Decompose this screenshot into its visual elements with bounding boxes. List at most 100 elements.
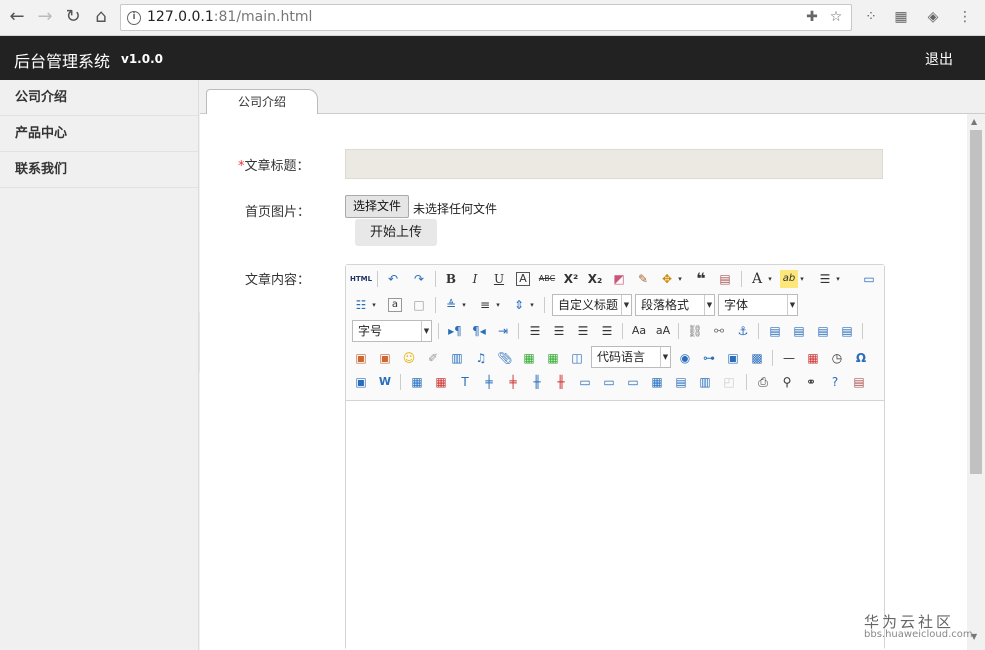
word-import-icon[interactable]: W [376, 373, 394, 391]
scrollbar-thumb[interactable] [970, 130, 982, 474]
scrawl-icon[interactable]: ✐ [424, 349, 442, 367]
insert-paragraph-icon[interactable]: T [456, 373, 474, 391]
underline-icon[interactable]: U [490, 270, 508, 288]
simple-upload-icon[interactable]: ▣ [352, 349, 370, 367]
search-replace-icon[interactable]: ⚭ [802, 373, 820, 391]
font-size-select[interactable]: 字号 ▼ [352, 320, 432, 342]
line-height-icon[interactable]: ⇕ [510, 296, 528, 314]
drafts-icon[interactable]: ▤ [850, 373, 868, 391]
insert-table-icon[interactable]: ▦ [408, 373, 426, 391]
choose-file-button[interactable]: 选择文件 [345, 195, 409, 218]
paste-text-icon[interactable]: ▤ [716, 270, 734, 288]
align-left-icon[interactable]: ☰ [526, 322, 544, 340]
lowercase-icon[interactable]: aA [654, 322, 672, 340]
superscript-icon[interactable]: X² [562, 270, 580, 288]
uppercase-icon[interactable]: Aa [630, 322, 648, 340]
delete-row-icon[interactable]: ╪ [504, 373, 522, 391]
info-icon[interactable]: i [127, 11, 141, 25]
indent-icon[interactable]: ⇥ [494, 322, 512, 340]
delete-col-icon[interactable]: ╫ [552, 373, 570, 391]
chart-icon[interactable]: ◰ [720, 373, 738, 391]
anchor-icon[interactable]: ⚓ [734, 322, 752, 340]
star-icon[interactable]: ☆ [827, 8, 845, 26]
chevron-down-icon[interactable]: ▾ [798, 270, 806, 288]
help-icon[interactable]: ? [826, 373, 844, 391]
address-bar[interactable]: i 127.0.0.1:81/main.html ✚ ☆ [120, 4, 852, 31]
print-icon[interactable]: ⎙ [754, 373, 772, 391]
puzzle-icon[interactable]: ✚ [803, 8, 821, 26]
image-none-icon[interactable]: ▤ [766, 322, 784, 340]
strikethrough-icon[interactable]: ABC [538, 270, 556, 288]
chevron-down-icon[interactable]: ▾ [834, 270, 842, 288]
title-input[interactable] [345, 149, 883, 179]
attachment-icon[interactable]: 📎︎ [496, 349, 514, 367]
sidebar-item-contact[interactable]: 联系我们 [0, 152, 198, 188]
split-cols-icon[interactable]: ▥ [696, 373, 714, 391]
format-brush-icon[interactable]: ✎ [634, 270, 652, 288]
image-left-icon[interactable]: ▤ [790, 322, 808, 340]
image-center-icon[interactable]: ▤ [838, 322, 856, 340]
back-icon[interactable]: ← [6, 6, 28, 28]
insert-video-icon[interactable]: ▥ [448, 349, 466, 367]
date-icon[interactable]: ▦ [804, 349, 822, 367]
iframe-icon[interactable]: ◫ [568, 349, 586, 367]
chevron-down-icon[interactable]: ▾ [370, 296, 378, 314]
link-icon[interactable]: ⛓ [686, 322, 704, 340]
chevron-down-icon[interactable]: ▾ [528, 296, 536, 314]
unordered-list-icon[interactable]: ☷ [352, 296, 370, 314]
template-icon[interactable]: ▣ [724, 349, 742, 367]
eraser-icon[interactable]: ◩ [610, 270, 628, 288]
insert-col-icon[interactable]: ╫ [528, 373, 546, 391]
paragraph-format-select[interactable]: 段落格式 ▼ [635, 294, 715, 316]
fullscreen-icon[interactable]: ▭ [860, 270, 878, 288]
home-icon[interactable]: ⌂ [90, 6, 112, 28]
row-spacing-top-icon[interactable]: ≜ [442, 296, 460, 314]
bold-icon[interactable]: B [442, 270, 460, 288]
insert-image-icon[interactable]: ▣ [376, 349, 394, 367]
upload-button[interactable]: 开始上传 [355, 219, 437, 246]
subscript-icon[interactable]: X₂ [586, 270, 604, 288]
time-icon[interactable]: ◷ [828, 349, 846, 367]
font-border-icon[interactable]: A [516, 272, 530, 286]
music-icon[interactable]: ♫ [472, 349, 490, 367]
background-icon[interactable]: ▩ [748, 349, 766, 367]
menu-icon[interactable]: ⋮ [956, 8, 974, 26]
merge-cells-icon[interactable]: ▭ [576, 373, 594, 391]
split-cells-icon[interactable]: ▦ [648, 373, 666, 391]
merge-right-icon[interactable]: ▭ [600, 373, 618, 391]
font-family-select[interactable]: 字体 ▼ [718, 294, 798, 316]
chevron-down-icon[interactable]: ▾ [460, 296, 468, 314]
extension-icon[interactable]: ⁘ [862, 8, 880, 26]
emotion-icon[interactable]: ☺ [400, 349, 418, 367]
editor-body[interactable] [346, 402, 884, 650]
redo-icon[interactable]: ↷ [410, 270, 428, 288]
sidebar-item-company[interactable]: 公司介绍 [0, 80, 198, 116]
wordimage-icon[interactable]: ▣ [352, 373, 370, 391]
clear-doc-icon[interactable]: □ [410, 296, 428, 314]
delete-table-icon[interactable]: ▦ [432, 373, 450, 391]
custom-heading-select[interactable]: 自定义标题 ▼ [552, 294, 632, 316]
auto-format-icon[interactable]: ✥ [658, 270, 676, 288]
forward-icon[interactable]: → [34, 6, 56, 28]
ltr-icon[interactable]: ▸¶ [446, 322, 464, 340]
merge-down-icon[interactable]: ▭ [624, 373, 642, 391]
unlink-icon[interactable]: ⚯ [710, 322, 728, 340]
highlight-icon[interactable]: ab [780, 270, 798, 288]
code-language-select[interactable]: 代码语言 ▼ [591, 346, 671, 368]
chevron-down-icon[interactable]: ▾ [676, 270, 684, 288]
reload-icon[interactable]: ↻ [62, 6, 84, 28]
image-right-icon[interactable]: ▤ [814, 322, 832, 340]
scroll-up-icon[interactable]: ▲ [971, 117, 977, 126]
insert-row-icon[interactable]: ╪ [480, 373, 498, 391]
row-spacing-bottom-icon[interactable]: ≡ [476, 296, 494, 314]
tab-company[interactable]: 公司介绍 [206, 89, 318, 115]
html-source-icon[interactable]: HTML [350, 270, 372, 288]
special-char-icon[interactable]: Ω [852, 349, 870, 367]
font-color-icon[interactable]: A [748, 270, 766, 288]
blockquote-icon[interactable]: ❝ [692, 270, 710, 288]
reader-icon[interactable]: ▦ [892, 8, 910, 26]
align-center-icon[interactable]: ☰ [550, 322, 568, 340]
preview-icon[interactable]: ⚲ [778, 373, 796, 391]
chevron-down-icon[interactable]: ▾ [494, 296, 502, 314]
horizontal-rule-icon[interactable]: — [780, 349, 798, 367]
